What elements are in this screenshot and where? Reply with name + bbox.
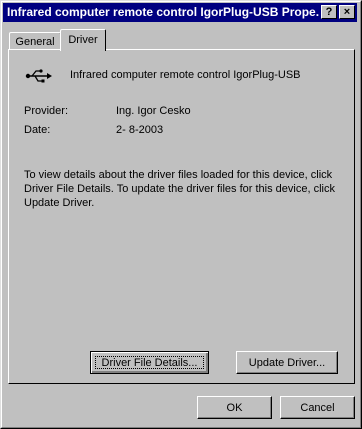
window-title: Infrared computer remote control IgorPlu… xyxy=(7,5,319,19)
update-driver-label: Update Driver... xyxy=(248,357,326,369)
tab-general[interactable]: General xyxy=(9,32,61,50)
tab-driver[interactable]: Driver xyxy=(60,29,106,51)
driver-tab-panel: Infrared computer remote control IgorPlu… xyxy=(8,49,355,384)
usb-icon xyxy=(25,69,52,83)
ok-label: OK xyxy=(226,402,243,414)
close-button[interactable]: × xyxy=(339,5,355,19)
properties-dialog: Infrared computer remote control IgorPlu… xyxy=(0,0,362,429)
driver-description: To view details about the driver files l… xyxy=(24,169,335,209)
update-driver-button[interactable]: Update Driver... xyxy=(236,351,338,374)
date-value: 2- 8-2003 xyxy=(116,124,164,136)
provider-label: Provider: xyxy=(24,105,69,117)
title-bar[interactable]: Infrared computer remote control IgorPlu… xyxy=(3,3,357,22)
ok-button[interactable]: OK xyxy=(197,396,272,419)
driver-file-details-button[interactable]: Driver File Details... xyxy=(90,351,209,374)
driver-file-details-label: Driver File Details... xyxy=(101,357,198,369)
device-name: Infrared computer remote control IgorPlu… xyxy=(70,69,301,81)
tab-driver-label: Driver xyxy=(68,34,98,46)
date-label: Date: xyxy=(24,124,51,136)
cancel-button[interactable]: Cancel xyxy=(280,396,355,419)
provider-value: Ing. Igor Cesko xyxy=(116,105,191,117)
help-button[interactable]: ? xyxy=(321,5,337,19)
tab-general-label: General xyxy=(15,36,55,48)
cancel-label: Cancel xyxy=(300,402,335,414)
